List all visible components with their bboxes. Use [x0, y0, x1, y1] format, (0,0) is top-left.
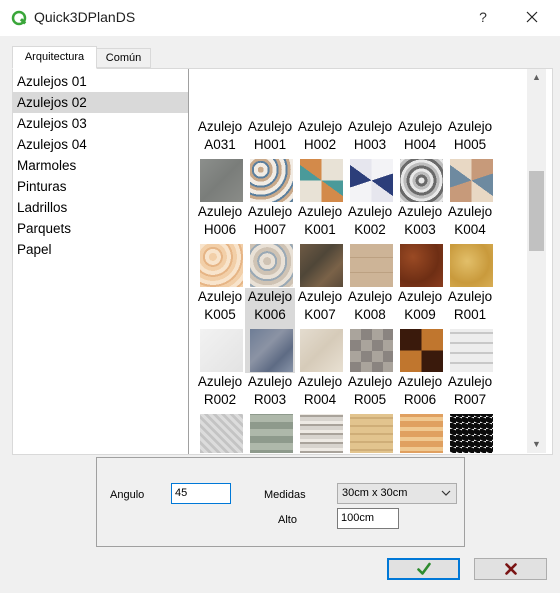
tab-arquitectura[interactable]: Arquitectura	[12, 46, 97, 69]
sizes-value: 30cm x 30cm	[342, 487, 408, 499]
texture-thumbnail	[400, 159, 443, 202]
texture-thumbnail	[450, 329, 493, 372]
texture-item[interactable]: Azulejo K009	[395, 288, 445, 373]
height-label: Alto	[278, 514, 297, 526]
texture-code: R007	[453, 392, 487, 407]
texture-item[interactable]: Azulejo K002	[345, 203, 395, 288]
texture-item[interactable]: Azulejo R006	[395, 373, 445, 453]
texture-item[interactable]: Azulejo K001	[295, 203, 345, 288]
window-title: Quick3DPlanDS	[34, 9, 136, 25]
texture-item[interactable]: Azulejo H003	[345, 118, 395, 203]
category-item[interactable]: Azulejos 04	[13, 134, 188, 155]
category-item[interactable]: Marmoles	[13, 155, 188, 176]
texture-label: Azulejo	[447, 119, 493, 134]
texture-thumbnail	[350, 244, 393, 287]
tab-comun[interactable]: Común	[96, 48, 151, 68]
texture-thumbnail	[250, 329, 293, 372]
texture-thumbnail	[450, 414, 493, 453]
sizes-select[interactable]: 30cm x 30cm	[337, 483, 457, 504]
texture-label: Azulejo	[447, 374, 493, 389]
texture-item[interactable]: Azulejo K007	[295, 288, 345, 373]
category-item[interactable]: Pinturas	[13, 176, 188, 197]
texture-item[interactable]: Azulejo R001	[445, 288, 495, 373]
texture-item[interactable]: Azulejo R002	[195, 373, 245, 453]
texture-item[interactable]: Azulejo R005	[345, 373, 395, 453]
angle-label: Angulo	[110, 489, 145, 501]
texture-thumbnail	[300, 329, 343, 372]
vertical-scrollbar[interactable]: ▲ ▼	[527, 69, 546, 453]
texture-item[interactable]: AzulejoA029	[395, 69, 445, 118]
cross-icon	[504, 563, 517, 575]
scroll-down-icon[interactable]: ▼	[527, 436, 546, 453]
texture-thumbnail	[350, 159, 393, 202]
texture-item[interactable]: Azulejo R003	[245, 373, 295, 453]
close-button[interactable]	[512, 0, 552, 34]
texture-thumbnail	[200, 244, 243, 287]
ok-button[interactable]	[387, 558, 460, 580]
texture-item[interactable]: Azulejo H005	[445, 118, 495, 203]
close-icon	[526, 11, 538, 23]
texture-thumbnail	[350, 329, 393, 372]
texture-item[interactable]: Azulejo H004	[395, 118, 445, 203]
texture-code: K004	[454, 222, 486, 237]
texture-thumbnail	[450, 159, 493, 202]
height-input[interactable]: 100cm	[337, 508, 399, 529]
help-button[interactable]: ?	[466, 0, 500, 34]
texture-thumbnail	[300, 159, 343, 202]
texture-code: R001	[453, 307, 487, 322]
texture-thumbnail	[400, 244, 443, 287]
scroll-thumb[interactable]	[529, 171, 544, 251]
category-list: Azulejos 01 Azulejos 02 Azulejos 03 Azulejo…	[13, 69, 189, 454]
texture-item[interactable]: AzulejoA027	[295, 69, 345, 118]
texture-code: H005	[453, 137, 487, 152]
texture-thumbnail	[400, 414, 443, 453]
texture-item[interactable]: Azulejo K005	[195, 288, 245, 373]
texture-thumbnail	[250, 159, 293, 202]
angle-input[interactable]: 45	[171, 483, 231, 504]
sizes-label: Medidas	[264, 489, 306, 501]
texture-item[interactable]: AzulejoA025	[195, 69, 245, 118]
texture-item[interactable]: Azulejo R007	[445, 373, 495, 453]
texture-label: Azulejo	[447, 289, 493, 304]
texture-item[interactable]: AzulejoA026	[245, 69, 295, 118]
q-logo-icon	[11, 10, 27, 26]
cancel-button[interactable]	[474, 558, 547, 580]
texture-item[interactable]: Azulejo K003	[395, 203, 445, 288]
texture-thumbnail	[450, 244, 493, 287]
chevron-down-icon	[441, 490, 451, 496]
texture-thumbnail	[250, 244, 293, 287]
texture-label: Azulejo	[447, 204, 493, 219]
texture-item[interactable]: Azulejo H001	[245, 118, 295, 203]
texture-thumbnail	[300, 244, 343, 287]
texture-item[interactable]: Azulejo K004	[445, 203, 495, 288]
texture-item[interactable]: Azulejo R004	[295, 373, 345, 453]
category-item[interactable]: Parquets	[13, 218, 188, 239]
title-bar: Quick3DPlanDS ?	[0, 0, 560, 36]
checkmark-icon	[416, 562, 431, 575]
texture-thumbnail	[350, 414, 393, 453]
category-item[interactable]: Azulejos 01	[13, 71, 188, 92]
texture-thumbnail	[200, 329, 243, 372]
properties-panel: Angulo 45 Medidas 30cm x 30cm Alto 100cm	[96, 457, 465, 547]
texture-item[interactable]: Azulejo K006	[245, 288, 295, 373]
texture-thumbnail	[250, 414, 293, 453]
category-item[interactable]: Azulejos 02	[13, 92, 188, 113]
texture-thumbnail	[300, 414, 343, 453]
texture-thumbnail	[200, 159, 243, 202]
texture-thumbnail	[400, 329, 443, 372]
category-item[interactable]: Azulejos 03	[13, 113, 188, 134]
category-item[interactable]: Papel	[13, 239, 188, 260]
texture-item[interactable]: Azulejo H002	[295, 118, 345, 203]
texture-grid: AzulejoA025AzulejoA026AzulejoA027Azulejo…	[192, 69, 527, 453]
texture-item[interactable]: Azulejo A031	[195, 118, 245, 203]
texture-item[interactable]: AzulejoA030	[445, 69, 495, 118]
texture-item[interactable]: Azulejo H007	[245, 203, 295, 288]
category-item[interactable]: Ladrillos	[13, 197, 188, 218]
texture-thumbnail	[200, 414, 243, 453]
texture-item[interactable]: Azulejo H006	[195, 203, 245, 288]
texture-item[interactable]: AzulejoA028	[345, 69, 395, 118]
texture-item[interactable]: Azulejo K008	[345, 288, 395, 373]
scroll-up-icon[interactable]: ▲	[527, 69, 546, 86]
